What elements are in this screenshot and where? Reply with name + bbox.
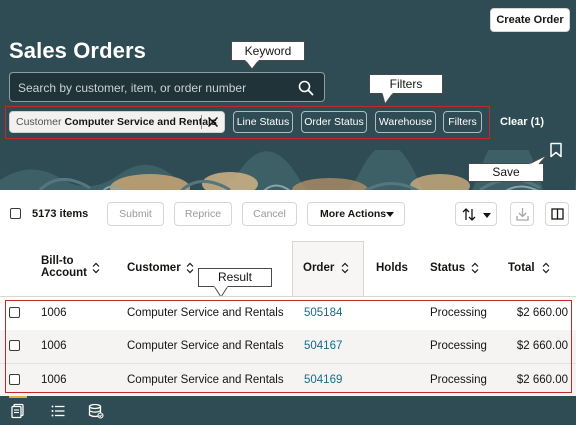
column-header-bill-to[interactable]: Bill-to Account <box>41 255 87 279</box>
reprice-button[interactable]: Reprice <box>174 202 232 226</box>
column-header-status[interactable]: Status <box>430 262 465 274</box>
page-header: Create Order Sales Orders CustomerComput… <box>0 0 576 190</box>
chip-value: Computer Service and Rentals <box>64 116 217 128</box>
sort-icon[interactable] <box>471 262 479 274</box>
keyword-callout: Keyword <box>231 41 305 61</box>
items-count: 5173 items <box>32 208 89 220</box>
search-icon[interactable] <box>298 80 314 96</box>
active-nav-indicator <box>9 396 27 398</box>
line-status-filter-chip[interactable]: Line Status <box>233 111 293 133</box>
filters-callout-pointer <box>381 93 394 105</box>
download-icon <box>516 208 529 221</box>
columns-icon <box>551 208 564 220</box>
chevron-down-icon <box>386 212 394 217</box>
columns-button[interactable] <box>545 202 569 226</box>
chip-divider <box>201 115 202 129</box>
sort-button[interactable] <box>455 202 497 226</box>
database-icon[interactable] <box>88 403 104 419</box>
chip-key: Customer <box>16 116 62 128</box>
sort-icon <box>462 208 476 221</box>
search-field[interactable] <box>9 72 325 102</box>
warehouse-filter-chip[interactable]: Warehouse <box>375 111 436 133</box>
create-order-button[interactable]: Create Order <box>490 8 570 32</box>
more-actions-button[interactable]: More Actions <box>307 202 405 226</box>
filters-callout: Filters <box>369 74 443 94</box>
filters-chip[interactable]: Filters <box>443 111 482 133</box>
more-actions-label: More Actions <box>320 208 387 220</box>
document-icon[interactable] <box>10 403 26 419</box>
page-title: Sales Orders <box>9 38 146 63</box>
bill-to-label-line1: Bill-to <box>41 255 74 267</box>
cancel-button[interactable]: Cancel <box>242 202 297 226</box>
sort-icon[interactable] <box>542 262 550 274</box>
bill-to-label-line2: Account <box>41 267 87 279</box>
clear-filters-link[interactable]: Clear (1) <box>500 116 544 128</box>
order-status-filter-chip[interactable]: Order Status <box>301 111 367 133</box>
column-header-holds: Holds <box>376 262 408 274</box>
sort-icon[interactable] <box>186 262 194 274</box>
search-input[interactable] <box>18 79 288 97</box>
submit-button[interactable]: Submit <box>107 202 164 226</box>
select-all-checkbox[interactable] <box>10 208 21 219</box>
column-header-order[interactable]: Order <box>303 262 334 274</box>
result-callout: Result <box>198 268 272 287</box>
sort-icon[interactable] <box>92 262 100 274</box>
keyword-callout-pointer <box>244 60 260 70</box>
customer-filter-chip[interactable]: Customer Computer Service and Rentals <box>9 111 225 133</box>
result-annotation-box <box>5 300 572 393</box>
save-callout: Save <box>468 163 544 182</box>
column-header-total[interactable]: Total <box>508 262 535 274</box>
list-icon[interactable] <box>50 403 66 419</box>
bookmark-icon[interactable] <box>549 142 563 158</box>
close-icon[interactable] <box>206 115 220 129</box>
sort-icon[interactable] <box>341 262 349 274</box>
chevron-down-icon <box>483 213 491 218</box>
export-button[interactable] <box>510 202 534 226</box>
bottom-navigation <box>0 396 576 425</box>
save-callout-pointer <box>528 154 548 165</box>
column-header-customer[interactable]: Customer <box>127 262 181 274</box>
